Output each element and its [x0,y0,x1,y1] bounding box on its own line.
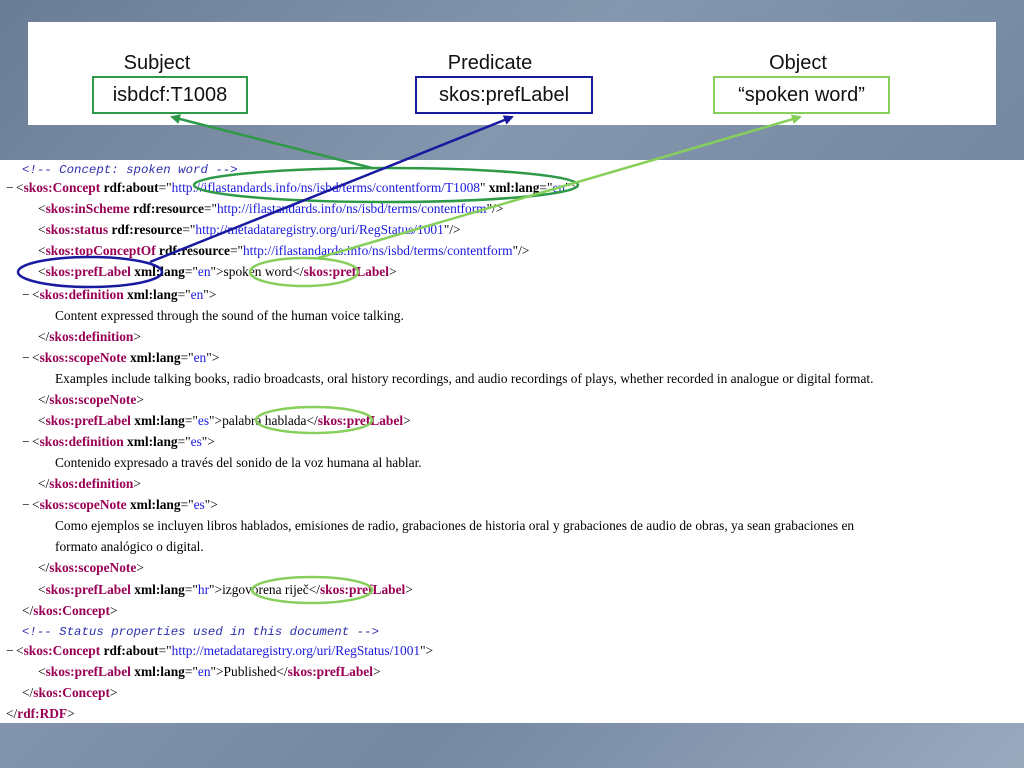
definition-en-open: − <skos:definition xml:lang="en"> [22,284,216,305]
preflabel-published-line: <skos:prefLabel xml:lang="en">Published<… [38,664,381,679]
definition-es-close: </skos:definition> [38,476,141,491]
topconcept-line: <skos:topConceptOf rdf:resource="http://… [38,243,530,258]
xml-comment: <!-- Concept: spoken word --> [22,163,238,177]
xml-document-view: <!-- Concept: spoken word --> − <skos:Con… [0,160,1024,723]
collapse-toggle[interactable]: − [22,494,32,515]
collapse-toggle[interactable]: − [22,431,32,452]
preflabel-hr-line: <skos:prefLabel xml:lang="hr">izgovorena… [38,582,413,597]
definition-es-text: Contenido expresado a través del sonido … [55,455,422,470]
scopenote-en-text: Examples include talking books, radio br… [55,371,874,386]
scopenote-es-close: </skos:scopeNote> [38,560,144,575]
definition-es-open: − <skos:definition xml:lang="es"> [22,431,215,452]
scopenote-en-close: </skos:scopeNote> [38,392,144,407]
status-concept-close: </skos:Concept> [22,685,118,700]
preflabel-es-line: <skos:prefLabel xml:lang="es">palabra ha… [38,413,411,428]
definition-en-text: Content expressed through the sound of t… [55,308,404,323]
predicate-box: skos:prefLabel [415,76,593,114]
scopenote-en-open: − <skos:scopeNote xml:lang="en"> [22,347,219,368]
xml-comment-status: <!-- Status properties used in this docu… [22,625,379,639]
scopenote-es-open: − <skos:scopeNote xml:lang="es"> [22,494,218,515]
predicate-heading: Predicate [447,52,533,74]
collapse-toggle[interactable]: − [6,177,16,198]
status-concept-open: − <skos:Concept rdf:about="http://metadat… [6,640,433,661]
concept-close-line: </skos:Concept> [22,603,118,618]
object-heading: Object [769,52,827,74]
collapse-toggle[interactable]: − [22,347,32,368]
definition-en-close: </skos:definition> [38,329,141,344]
scopenote-es-text-1: Como ejemplos se incluyen libros hablado… [55,518,855,533]
collapse-toggle[interactable]: − [22,284,32,305]
collapse-toggle[interactable]: − [6,640,16,661]
object-box: “spoken word” [713,76,890,114]
inscheme-line: <skos:inScheme rdf:resource="http://ifla… [38,201,504,216]
preflabel-en-line: <skos:prefLabel xml:lang="en">spoken wor… [38,264,397,279]
status-line: <skos:status rdf:resource="http://metada… [38,222,461,237]
subject-box: isbdcf:T1008 [92,76,248,114]
subject-heading: Subject [123,52,191,74]
rdf-close-line: </rdf:RDF> [6,706,75,721]
concept-open-line: − <skos:Concept rdf:about="http://iflasta… [6,177,578,198]
scopenote-es-text-2: formato analógico o digital. [55,539,204,554]
